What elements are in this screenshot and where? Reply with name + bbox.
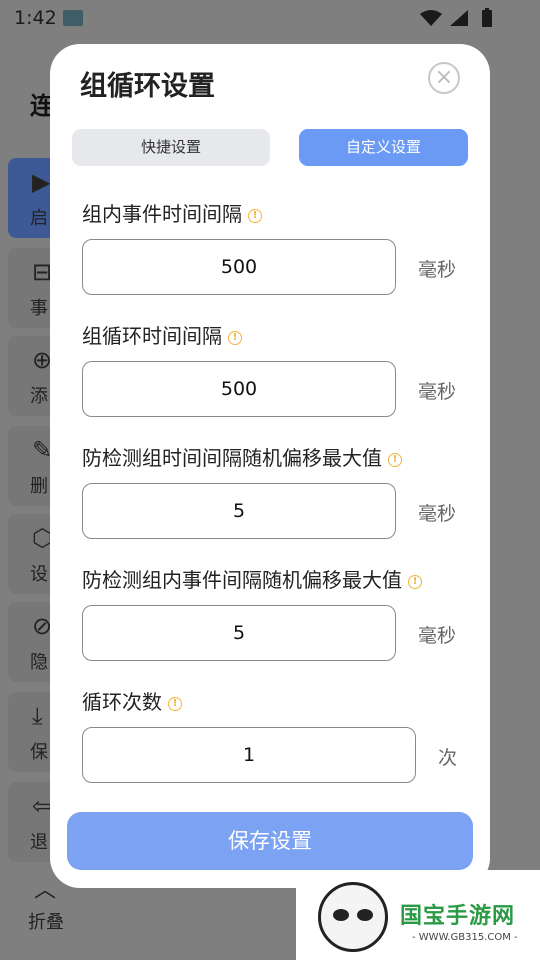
field-label: 组循环时间间隔! bbox=[82, 320, 242, 349]
sidebar-item-label: 事 bbox=[30, 298, 48, 319]
status-bar: 1:42 bbox=[0, 0, 540, 36]
signal-icon bbox=[450, 10, 468, 26]
info-icon[interactable]: ! bbox=[228, 331, 242, 345]
unit-label: 毫秒 bbox=[418, 625, 457, 647]
collapse-icon: ︿ bbox=[34, 878, 57, 903]
info-icon[interactable]: ! bbox=[388, 453, 402, 467]
info-icon[interactable]: ! bbox=[408, 575, 422, 589]
collapse-button[interactable]: 折叠 bbox=[28, 908, 64, 934]
sidebar-item-label: 退 bbox=[30, 832, 48, 853]
field-label-text: 组内事件时间间隔 bbox=[82, 202, 242, 226]
sidebar-item-label: 启 bbox=[30, 208, 48, 229]
loop-settings-dialog: 组循环设置 × 快捷设置 自定义设置 组内事件时间间隔! 500 毫秒 组循环时… bbox=[50, 44, 490, 888]
site-watermark: 国宝手游网 - WWW.GB315.COM - bbox=[296, 870, 540, 960]
sidebar-item-label: 隐 bbox=[30, 652, 48, 673]
sidebar-item-label: 设 bbox=[30, 564, 48, 585]
event-offset-input[interactable]: 5 bbox=[82, 605, 396, 661]
tab-quick-settings[interactable]: 快捷设置 bbox=[72, 129, 270, 166]
loop-interval-input[interactable]: 500 bbox=[82, 361, 396, 417]
field-label: 循环次数! bbox=[82, 686, 182, 715]
save-icon: ⤓ bbox=[32, 702, 43, 730]
play-icon: ▶ bbox=[32, 168, 51, 196]
status-time: 1:42 bbox=[14, 7, 57, 29]
field-label-text: 防检测组时间间隔随机偏移最大值 bbox=[82, 446, 382, 470]
battery-icon bbox=[482, 10, 492, 27]
sidebar-item-label: 添 bbox=[30, 386, 48, 407]
notification-app-icon bbox=[63, 10, 83, 26]
panda-logo-icon bbox=[318, 882, 388, 952]
unit-label: 毫秒 bbox=[418, 381, 457, 403]
loop-count-input[interactable]: 1 bbox=[82, 727, 416, 783]
unit-label: 次 bbox=[438, 747, 458, 769]
watermark-title: 国宝手游网 bbox=[400, 904, 516, 929]
field-label: 防检测组内事件间隔随机偏移最大值! bbox=[82, 564, 422, 593]
group-offset-input[interactable]: 5 bbox=[82, 483, 396, 539]
sidebar-item-label: 保 bbox=[30, 742, 48, 763]
field-label-text: 循环次数 bbox=[82, 690, 162, 714]
dialog-title: 组循环设置 bbox=[80, 71, 215, 102]
field-label: 组内事件时间间隔! bbox=[82, 198, 262, 227]
unit-label: 毫秒 bbox=[418, 503, 457, 525]
info-icon[interactable]: ! bbox=[248, 209, 262, 223]
close-icon[interactable]: × bbox=[428, 62, 460, 94]
info-icon[interactable]: ! bbox=[168, 697, 182, 711]
sidebar-item-label: 删 bbox=[30, 476, 48, 497]
save-settings-button[interactable]: 保存设置 bbox=[67, 812, 473, 870]
event-interval-input[interactable]: 500 bbox=[82, 239, 396, 295]
watermark-url: - WWW.GB315.COM - bbox=[412, 932, 518, 943]
field-label: 防检测组时间间隔随机偏移最大值! bbox=[82, 442, 402, 471]
field-label-text: 防检测组内事件间隔随机偏移最大值 bbox=[82, 568, 402, 592]
status-icons bbox=[420, 8, 492, 27]
tab-custom-settings[interactable]: 自定义设置 bbox=[299, 129, 468, 166]
wifi-icon bbox=[420, 10, 442, 26]
unit-label: 毫秒 bbox=[418, 259, 457, 281]
field-label-text: 组循环时间间隔 bbox=[82, 324, 222, 348]
